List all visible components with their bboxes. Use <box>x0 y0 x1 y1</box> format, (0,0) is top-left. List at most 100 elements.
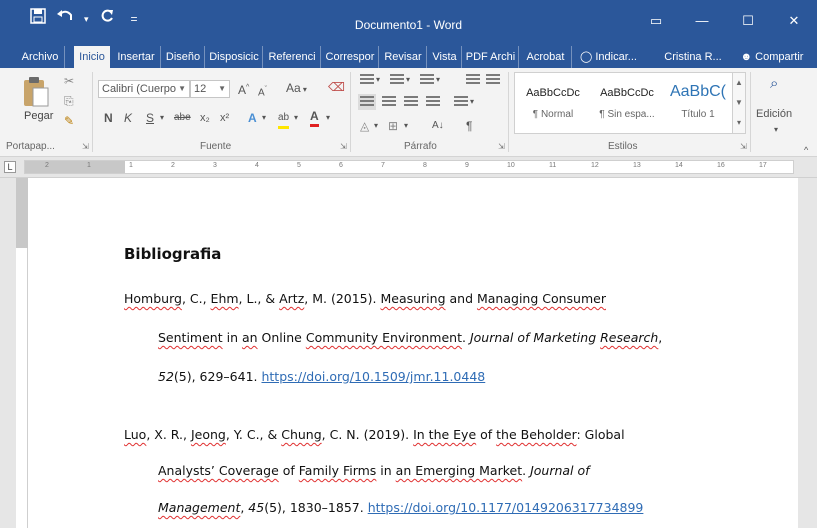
clipboard-launcher-icon[interactable]: ⇲ <box>82 142 89 151</box>
chevron-down-icon[interactable]: ▼ <box>733 93 745 113</box>
highlight-button[interactable]: ab <box>278 110 290 129</box>
underline-button[interactable]: S <box>146 110 154 126</box>
text-run: in <box>376 463 396 478</box>
multilevel-list-icon[interactable] <box>420 74 434 86</box>
doi-link[interactable]: https://doi.org/10.1509/jmr.11.0448 <box>261 369 485 384</box>
font-color-dropdown-icon[interactable]: ▾ <box>326 110 330 126</box>
tab-selector[interactable]: L <box>4 161 16 173</box>
ruler-number: 13 <box>633 162 641 169</box>
subscript-button[interactable]: x₂ <box>200 110 210 126</box>
style-normal[interactable]: AaBbCcDc ¶ Normal <box>517 73 589 133</box>
font-size-combo[interactable]: 12 ▼ <box>190 80 230 98</box>
ruler-number: 5 <box>297 162 301 169</box>
bullets-icon[interactable] <box>360 74 374 86</box>
tab-diseno[interactable]: Diseño <box>162 46 205 68</box>
increase-indent-icon[interactable] <box>486 74 500 86</box>
tab-archivo[interactable]: Archivo <box>16 46 65 68</box>
shrink-font-glyph: A <box>258 87 265 99</box>
ribbon-display-options-icon[interactable]: ▭ <box>633 4 679 38</box>
minimize-icon[interactable]: — <box>679 4 725 38</box>
collapse-ribbon-icon[interactable]: ^ <box>804 142 808 158</box>
cut-icon[interactable]: ✂ <box>64 74 74 88</box>
change-case-button[interactable]: Aa ▾ <box>286 80 307 98</box>
tab-correspondencia[interactable]: Correspor <box>322 46 379 68</box>
editing-button[interactable]: Edición <box>756 106 792 122</box>
text-effects-button[interactable]: A <box>248 110 257 126</box>
more-styles-icon[interactable]: ▾ <box>733 113 745 133</box>
shading-dropdown-icon[interactable]: ▾ <box>374 118 378 134</box>
text-effects-dropdown-icon[interactable]: ▾ <box>262 110 266 126</box>
bib-entry-1-line-1: Homburg, C., Ehm, L., & Artz, M. (2015).… <box>124 291 606 306</box>
multilevel-dropdown-icon[interactable]: ▾ <box>436 72 440 88</box>
borders-icon[interactable]: ⊞ <box>388 118 398 134</box>
style-no-spacing[interactable]: AaBbCcDc ¶ Sin espa... <box>591 73 663 133</box>
superscript-button[interactable]: x² <box>220 110 229 126</box>
tab-acrobat[interactable]: Acrobat <box>520 46 572 68</box>
vertical-ruler[interactable] <box>16 178 28 528</box>
borders-dropdown-icon[interactable]: ▾ <box>404 118 408 134</box>
tab-referencias[interactable]: Referenci <box>264 46 321 68</box>
font-launcher-icon[interactable]: ⇲ <box>340 142 347 151</box>
bib-entry-2-line-1: Luo, X. R., Jeong, Y. C., & Chung, C. N.… <box>124 427 625 442</box>
doi-link[interactable]: https://doi.org/10.1177/0149206317734899 <box>368 500 644 515</box>
clear-formatting-icon[interactable]: ⌫ <box>328 79 345 95</box>
divider <box>750 72 751 152</box>
user-account[interactable]: Cristina R... <box>658 46 728 68</box>
style-heading-1[interactable]: AaBbC( Título 1 <box>665 73 731 133</box>
align-left-icon[interactable] <box>358 94 376 110</box>
copy-icon[interactable]: ⎘ <box>64 94 74 109</box>
show-formatting-marks-icon[interactable]: ¶ <box>466 118 472 134</box>
share-button[interactable]: ☻ Compartir <box>730 46 814 68</box>
paste-button[interactable]: Pegar <box>24 110 53 122</box>
tab-insertar[interactable]: Insertar <box>112 46 161 68</box>
justify-icon[interactable] <box>426 96 440 108</box>
grow-font-button[interactable]: A^ <box>238 80 249 98</box>
shrink-font-button[interactable]: Aˇ <box>258 82 267 101</box>
tab-revisar[interactable]: Revisar <box>380 46 427 68</box>
editing-dropdown-icon[interactable]: ▾ <box>774 122 778 138</box>
line-spacing-dropdown-icon[interactable]: ▾ <box>470 94 474 110</box>
highlight-dropdown-icon[interactable]: ▾ <box>294 110 298 126</box>
decrease-indent-icon[interactable] <box>466 74 480 86</box>
font-color-button[interactable]: A <box>310 108 319 127</box>
shading-icon[interactable]: ◬ <box>360 118 369 134</box>
person-icon: ☻ <box>740 51 753 63</box>
close-icon[interactable]: ✕ <box>771 4 817 38</box>
styles-launcher-icon[interactable]: ⇲ <box>740 142 747 151</box>
tab-vista[interactable]: Vista <box>428 46 462 68</box>
format-painter-icon[interactable]: ✎ <box>64 114 74 128</box>
paragraph-launcher-icon[interactable]: ⇲ <box>498 142 505 151</box>
text-run: Management <box>158 500 241 515</box>
style-no-spacing-name: ¶ Sin espa... <box>599 109 655 120</box>
numbering-icon[interactable] <box>390 74 404 86</box>
bold-button[interactable]: N <box>104 110 113 126</box>
strikethrough-button[interactable]: abe <box>174 110 191 126</box>
vertical-scrollbar[interactable] <box>798 178 817 528</box>
align-center-icon[interactable] <box>382 96 396 108</box>
horizontal-ruler[interactable]: 2 1 1 2 3 4 5 6 7 8 9 10 11 12 13 14 16 17 <box>24 160 794 174</box>
tab-disposicion[interactable]: Disposicic <box>206 46 263 68</box>
align-right-icon[interactable] <box>404 96 418 108</box>
sort-icon[interactable]: A↓ <box>432 118 444 134</box>
font-name-value: Calibri (Cuerpo <box>102 83 176 95</box>
line-spacing-icon[interactable] <box>454 96 468 108</box>
chevron-up-icon[interactable]: ▲ <box>733 73 745 93</box>
bullets-dropdown-icon[interactable]: ▾ <box>376 72 380 88</box>
text-run: an Emerging Market <box>395 463 523 478</box>
style-heading-1-sample: AaBbC( <box>669 83 727 100</box>
font-group-label: Fuente <box>200 141 232 152</box>
underline-dropdown-icon[interactable]: ▾ <box>160 110 164 126</box>
text-run: Journal of Marketing <box>469 330 601 345</box>
numbering-dropdown-icon[interactable]: ▾ <box>406 72 410 88</box>
font-name-combo[interactable]: Calibri (Cuerpo ▼ <box>98 80 190 98</box>
ruler-number: 14 <box>675 162 683 169</box>
bib-entry-2-line-3: Management, 45(5), 1830–1857. https://do… <box>158 500 643 515</box>
paste-icon[interactable] <box>22 76 50 107</box>
find-search-icon[interactable]: ⌕ <box>770 76 778 92</box>
tell-me-search[interactable]: ◯ Indicar... <box>580 46 658 68</box>
maximize-icon[interactable]: ☐ <box>725 4 771 38</box>
tab-inicio[interactable]: Inicio <box>74 46 110 68</box>
tab-pdf-architect[interactable]: PDF Archi <box>463 46 519 68</box>
italic-button[interactable]: K <box>124 110 132 126</box>
styles-scroll[interactable]: ▲ ▼ ▾ <box>732 72 746 134</box>
